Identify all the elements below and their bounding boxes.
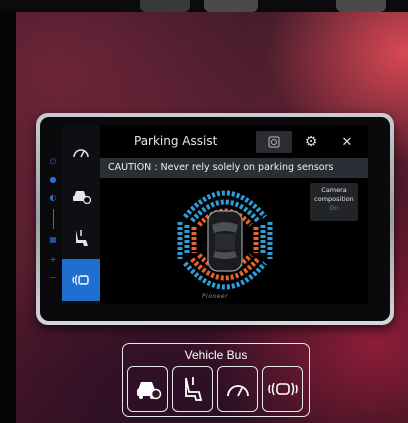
camera-composition-state: On bbox=[329, 204, 339, 212]
page-title: Parking Assist bbox=[134, 134, 218, 148]
camera-composition-label-1: Camera bbox=[321, 186, 347, 194]
bus-icon-parking-sensor bbox=[262, 366, 303, 412]
menu-item-seat[interactable] bbox=[62, 217, 100, 259]
mic-icon[interactable]: ● bbox=[48, 175, 58, 185]
volume-down-icon[interactable]: − bbox=[48, 273, 58, 283]
volume-up-icon[interactable]: + bbox=[48, 255, 58, 265]
camera-composition-label-2: composition bbox=[314, 195, 354, 203]
bus-icon-seat bbox=[172, 366, 213, 412]
menu-item-gauge[interactable] bbox=[62, 131, 100, 173]
settings-button[interactable]: ⚙ bbox=[300, 132, 322, 152]
camera-view-button[interactable] bbox=[256, 131, 292, 153]
parking-sensor-icon bbox=[72, 274, 89, 286]
brand-logo: Pioneer bbox=[201, 293, 229, 300]
left-edge-bar bbox=[0, 0, 16, 423]
menu-item-car-settings[interactable] bbox=[62, 175, 100, 217]
bus-icon-gauge bbox=[217, 366, 258, 412]
vehicle-bus-panel: Vehicle Bus bbox=[122, 343, 310, 417]
camera-composition-toggle[interactable]: Camera composition On bbox=[310, 183, 358, 221]
apps-icon[interactable]: ▦ bbox=[48, 235, 58, 245]
parking-sensor-display bbox=[177, 190, 273, 290]
close-button[interactable]: ✕ bbox=[336, 132, 358, 152]
parking-assist-screen: Parking Assist ⚙ ✕ CAUTION : Never rely … bbox=[62, 125, 368, 304]
left-sensor-bars bbox=[177, 222, 197, 259]
gauge-icon bbox=[73, 149, 89, 158]
car-top-view-icon bbox=[207, 210, 243, 272]
seat-icon bbox=[184, 377, 202, 401]
title-bar: Parking Assist ⚙ ✕ bbox=[100, 125, 368, 157]
top-decoration bbox=[204, 0, 258, 12]
car-settings-icon bbox=[136, 382, 161, 400]
phone-icon[interactable]: ◐ bbox=[48, 193, 58, 203]
vehicle-bus-label: Vehicle Bus bbox=[184, 348, 248, 362]
power-icon[interactable]: ⏻ bbox=[48, 157, 58, 167]
caution-banner: CAUTION : Never rely solely on parking s… bbox=[100, 158, 368, 178]
right-sensor-bars bbox=[253, 222, 273, 259]
close-icon: ✕ bbox=[341, 134, 353, 150]
top-strip bbox=[0, 0, 408, 12]
gear-icon: ⚙ bbox=[304, 134, 318, 150]
top-decoration bbox=[140, 0, 190, 12]
top-decoration bbox=[336, 0, 386, 12]
side-menu bbox=[62, 125, 100, 304]
seat-icon bbox=[76, 230, 88, 246]
divider bbox=[53, 209, 54, 229]
parking-sensor-icon bbox=[267, 382, 298, 396]
vehicle-bus-icons bbox=[127, 366, 305, 412]
car-settings-icon bbox=[73, 191, 91, 204]
gauge-icon bbox=[226, 385, 249, 397]
camera-icon bbox=[268, 136, 280, 148]
bus-icon-car-settings bbox=[127, 366, 168, 412]
